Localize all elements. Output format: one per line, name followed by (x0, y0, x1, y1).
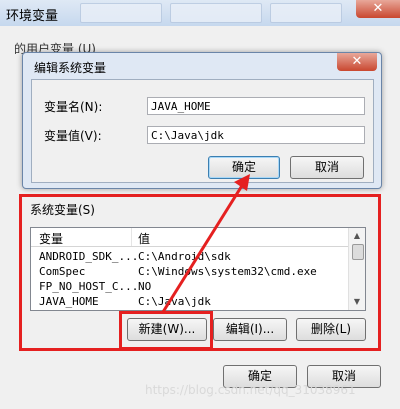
annotation-arrow (161, 174, 250, 313)
arrow-head (234, 174, 250, 191)
arrow-line (161, 183, 245, 313)
